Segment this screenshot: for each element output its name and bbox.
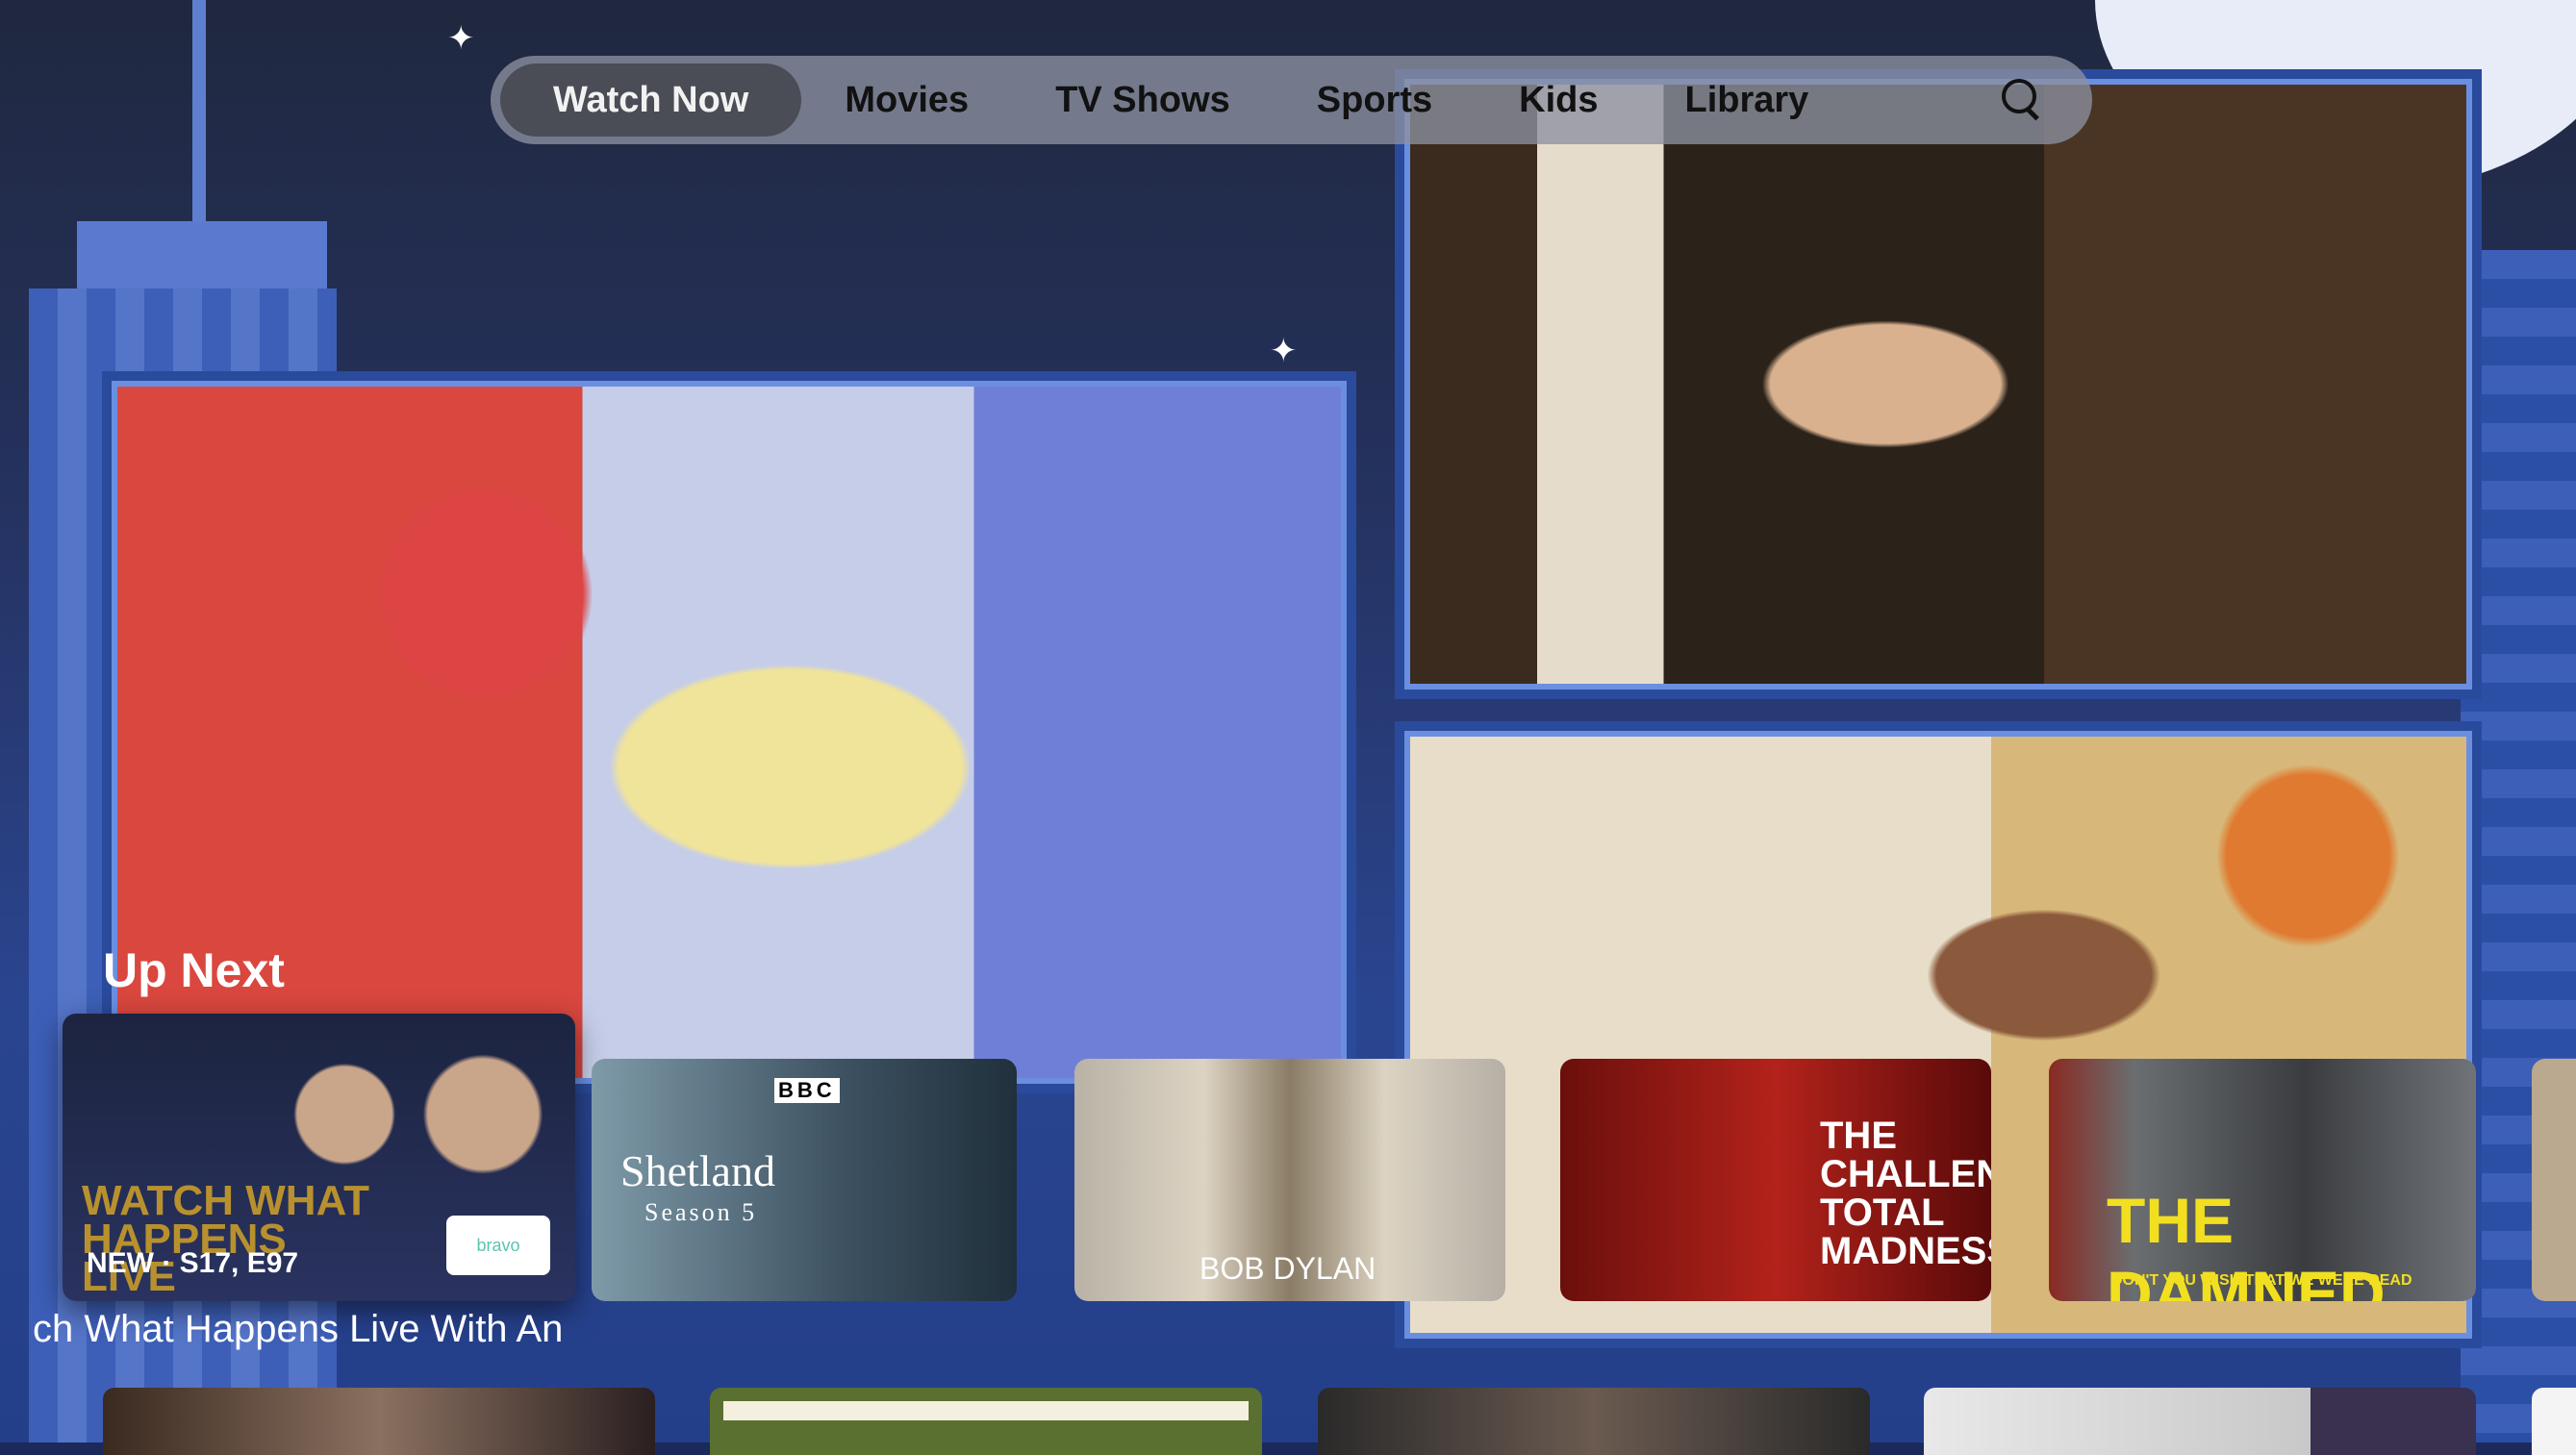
row-card[interactable]: [710, 1388, 1262, 1455]
artwork-title: THE CHALLENGE TOTAL MADNESS: [1820, 1115, 1991, 1272]
up-next-card[interactable]: THE DAMNED DON'T YOU WISH THAT WE WERE D…: [2049, 1059, 2476, 1301]
artwork-title: Shetland: [620, 1146, 775, 1195]
star-icon: ✦: [447, 20, 475, 57]
hero-video-guest-1[interactable]: [1404, 79, 2472, 690]
episode-badge: NEW · S17, E97: [87, 1247, 299, 1279]
star-icon: ✦: [1270, 333, 1298, 369]
hero-video-host[interactable]: [112, 381, 1347, 1084]
tab-tv-shows[interactable]: TV Shows: [1012, 63, 1274, 137]
row-card[interactable]: [1924, 1388, 2476, 1455]
artwork-subtitle: Season 5: [644, 1198, 758, 1226]
network-logo: bravo: [446, 1216, 550, 1275]
top-nav: Watch Now Movies TV Shows Sports Kids Li…: [491, 56, 2092, 144]
focused-item-title: ch What Happens Live With An: [33, 1308, 564, 1350]
section-title: Up Next: [103, 943, 285, 997]
up-next-card[interactable]: BBC Shetland Season 5: [592, 1059, 1017, 1301]
tab-kids[interactable]: Kids: [1476, 63, 1641, 137]
tab-library[interactable]: Library: [1641, 63, 1852, 137]
tab-sports[interactable]: Sports: [1274, 63, 1476, 137]
network-logo: BBC: [774, 1078, 840, 1103]
row-card[interactable]: [2532, 1388, 2576, 1455]
row-card[interactable]: [1318, 1388, 1870, 1455]
up-next-card[interactable]: [2532, 1059, 2576, 1301]
artwork-subtitle: DON'T YOU WISH THAT WE WERE DEAD: [2111, 1272, 2412, 1289]
up-next-card[interactable]: THE CHALLENGE TOTAL MADNESS: [1560, 1059, 1991, 1301]
search-icon[interactable]: [2002, 79, 2044, 121]
up-next-card[interactable]: WATCH WHAT HAPPENS LIVE NEW · S17, E97 b…: [63, 1014, 575, 1301]
tab-movies[interactable]: Movies: [801, 63, 1012, 137]
tab-watch-now[interactable]: Watch Now: [500, 63, 802, 137]
row-card[interactable]: [103, 1388, 655, 1455]
up-next-card[interactable]: BOB DYLAN: [1074, 1059, 1505, 1301]
artwork-title: BOB DYLAN: [1200, 1251, 1376, 1286]
